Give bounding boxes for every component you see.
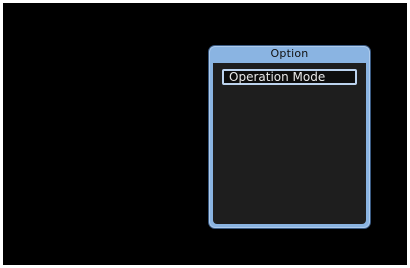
option-menu-list: Operation Mode (213, 63, 366, 224)
tv-screen: Option Operation Mode (0, 0, 410, 268)
menu-item-operation-mode[interactable]: Operation Mode (222, 69, 357, 85)
option-panel-title: Option (270, 47, 309, 60)
option-panel: Option Operation Mode (209, 46, 370, 228)
